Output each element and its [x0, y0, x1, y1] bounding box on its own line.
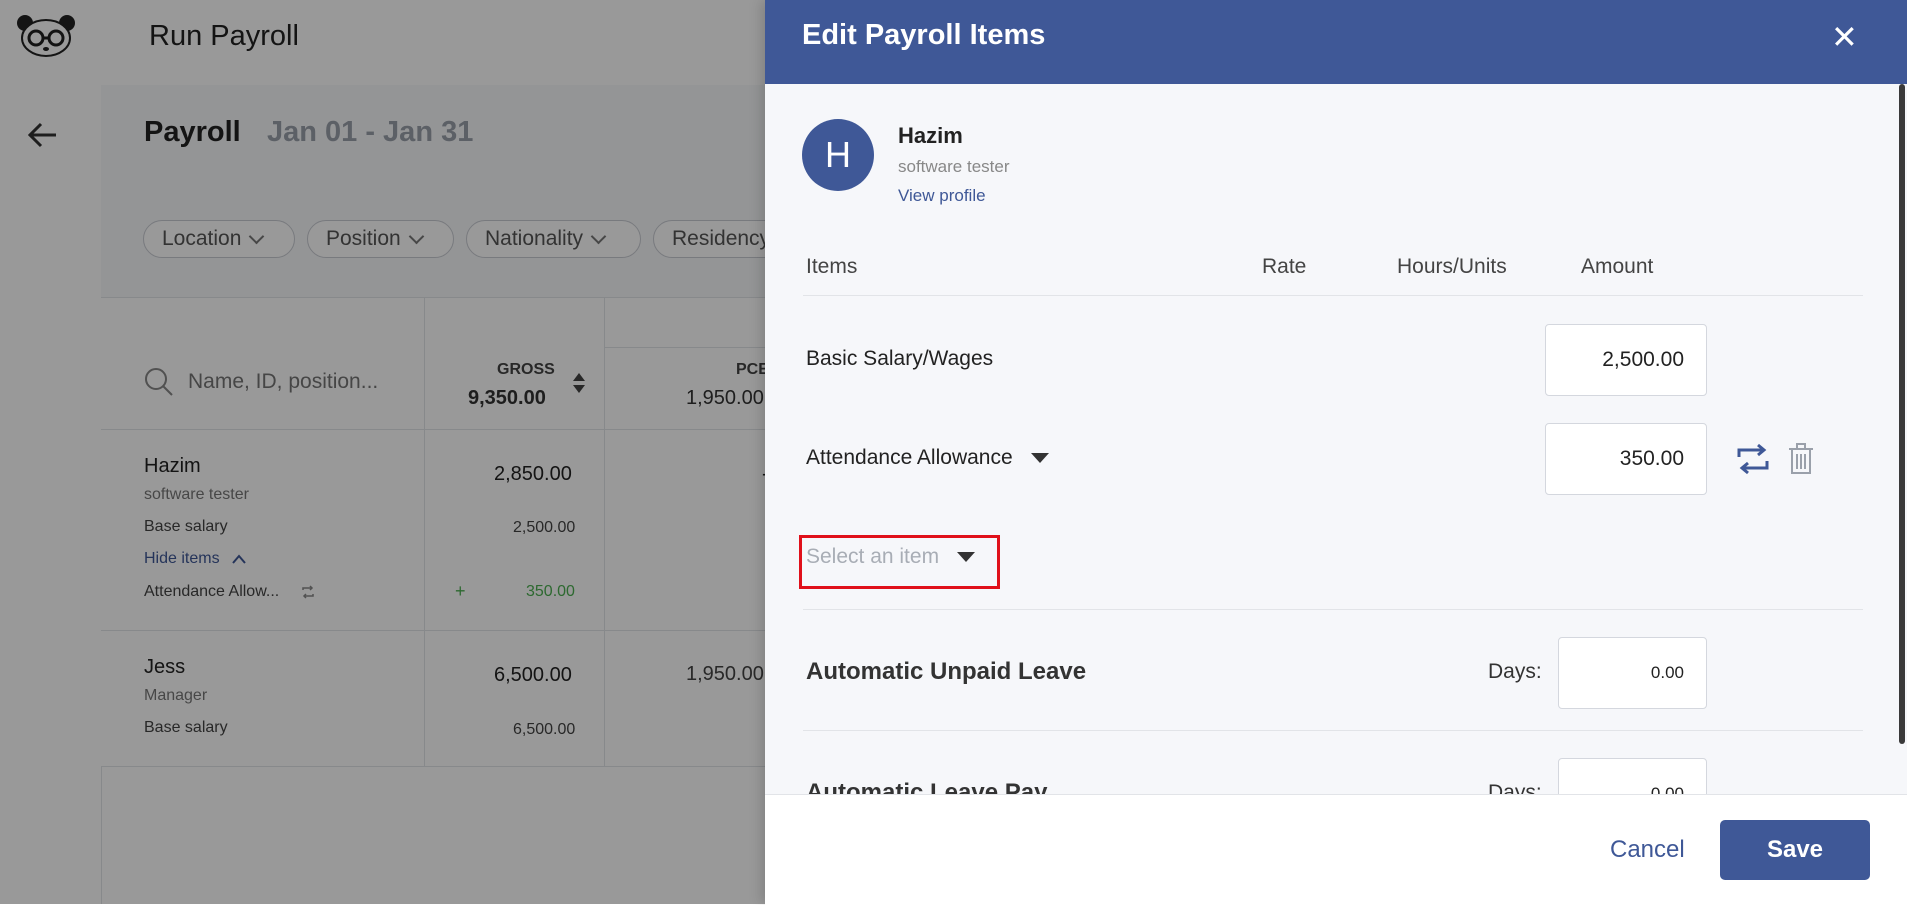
amount-input[interactable]: 350.00 — [1545, 423, 1707, 495]
trash-icon[interactable] — [1787, 443, 1815, 475]
avatar: H — [802, 119, 874, 191]
column-rate: Rate — [1262, 255, 1307, 278]
view-profile-link[interactable]: View profile — [898, 186, 986, 206]
panel-title: Edit Payroll Items — [802, 19, 1046, 51]
select-item-placeholder: Select an item — [806, 545, 940, 568]
amount-input[interactable]: 2,500.00 — [1545, 324, 1707, 396]
column-amount: Amount — [1581, 255, 1654, 278]
item-label: Attendance Allowance — [806, 446, 1013, 469]
cancel-button[interactable]: Cancel — [1610, 836, 1685, 864]
divider — [803, 295, 1863, 296]
leave-label: Automatic Unpaid Leave — [806, 658, 1087, 685]
item-label: Basic Salary/Wages — [806, 347, 994, 370]
close-icon[interactable]: ✕ — [1831, 18, 1858, 56]
panel-header: Edit Payroll Items ✕ — [765, 0, 1907, 84]
scrollbar[interactable] — [1899, 84, 1905, 744]
column-hours: Hours/Units — [1397, 255, 1507, 278]
employee-role: software tester — [898, 157, 1010, 176]
panel-footer: Cancel Save — [765, 794, 1907, 905]
item-dropdown[interactable]: Attendance Allowance — [806, 446, 1049, 470]
days-label: Days: — [1488, 660, 1542, 683]
divider — [803, 730, 1863, 731]
divider — [803, 609, 1863, 610]
days-input[interactable]: 0.00 — [1558, 637, 1707, 709]
column-items: Items — [806, 255, 858, 278]
employee-name: Hazim — [898, 123, 963, 148]
recurring-toggle-icon[interactable] — [1735, 443, 1771, 475]
select-item-dropdown[interactable]: Select an item — [806, 545, 975, 569]
caret-down-icon — [1030, 453, 1049, 464]
save-button[interactable]: Save — [1720, 820, 1870, 880]
caret-down-icon — [956, 552, 975, 563]
